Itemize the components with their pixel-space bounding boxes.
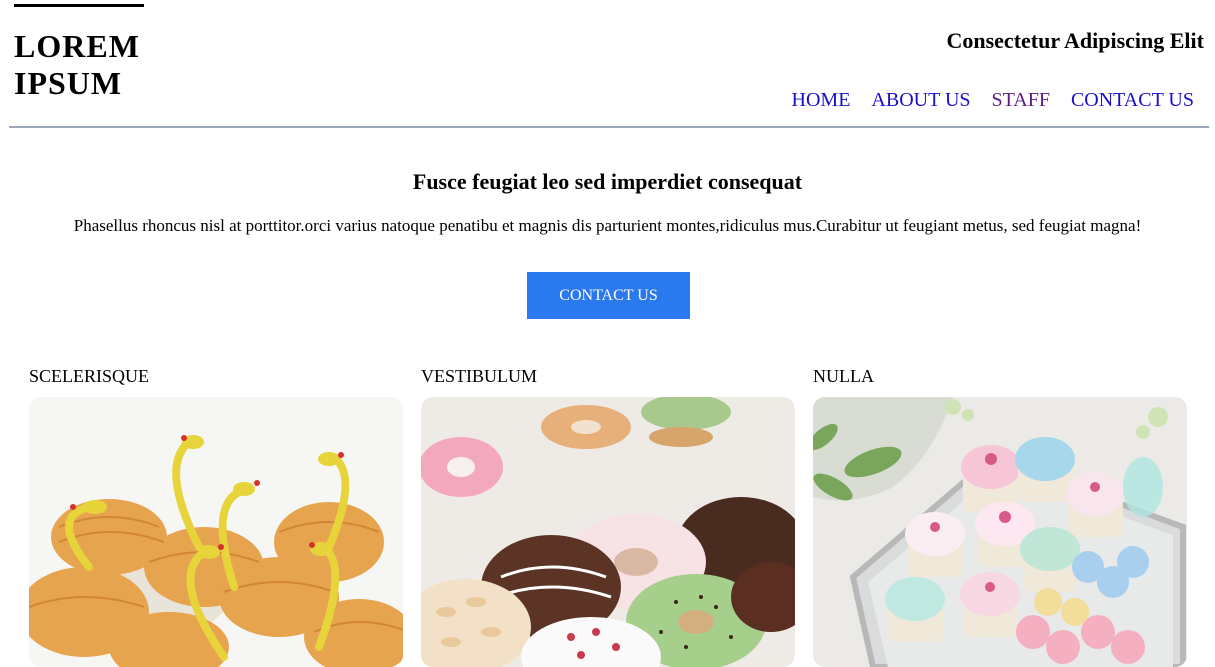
nav-contact-us[interactable]: CONTACT US	[1071, 88, 1194, 112]
card-label-nulla: NULLA	[813, 366, 874, 386]
card-label-scelerisque: SCELERISQUE	[29, 366, 150, 386]
nav-staff[interactable]: STAFF	[992, 88, 1050, 112]
logo-accent-bar	[14, 4, 144, 7]
card-image-swan-pastries[interactable]	[29, 397, 403, 667]
site-header: LOREM IPSUM Consectetur Adipiscing Elit …	[9, 0, 1209, 128]
card-image-donuts[interactable]	[421, 397, 795, 667]
main-nav: HOME ABOUT US STAFF CONTACT US	[792, 88, 1194, 112]
site-tagline: Consectetur Adipiscing Elit	[946, 28, 1204, 53]
nav-about-us[interactable]: ABOUT US	[871, 88, 970, 112]
nav-home[interactable]: HOME	[792, 88, 851, 112]
card-label-vestibulum: VESTIBULUM	[421, 366, 537, 386]
hero-title: Fusce feugiat leo sed imperdiet consequa…	[412, 169, 803, 194]
site-logo[interactable]: LOREM IPSUM	[14, 28, 140, 102]
contact-us-button[interactable]: CONTACT US	[527, 272, 690, 319]
card-image-cupcakes[interactable]	[813, 397, 1187, 667]
hero-text: Phasellus rhoncus nisl at porttitor.orci…	[73, 216, 1142, 235]
